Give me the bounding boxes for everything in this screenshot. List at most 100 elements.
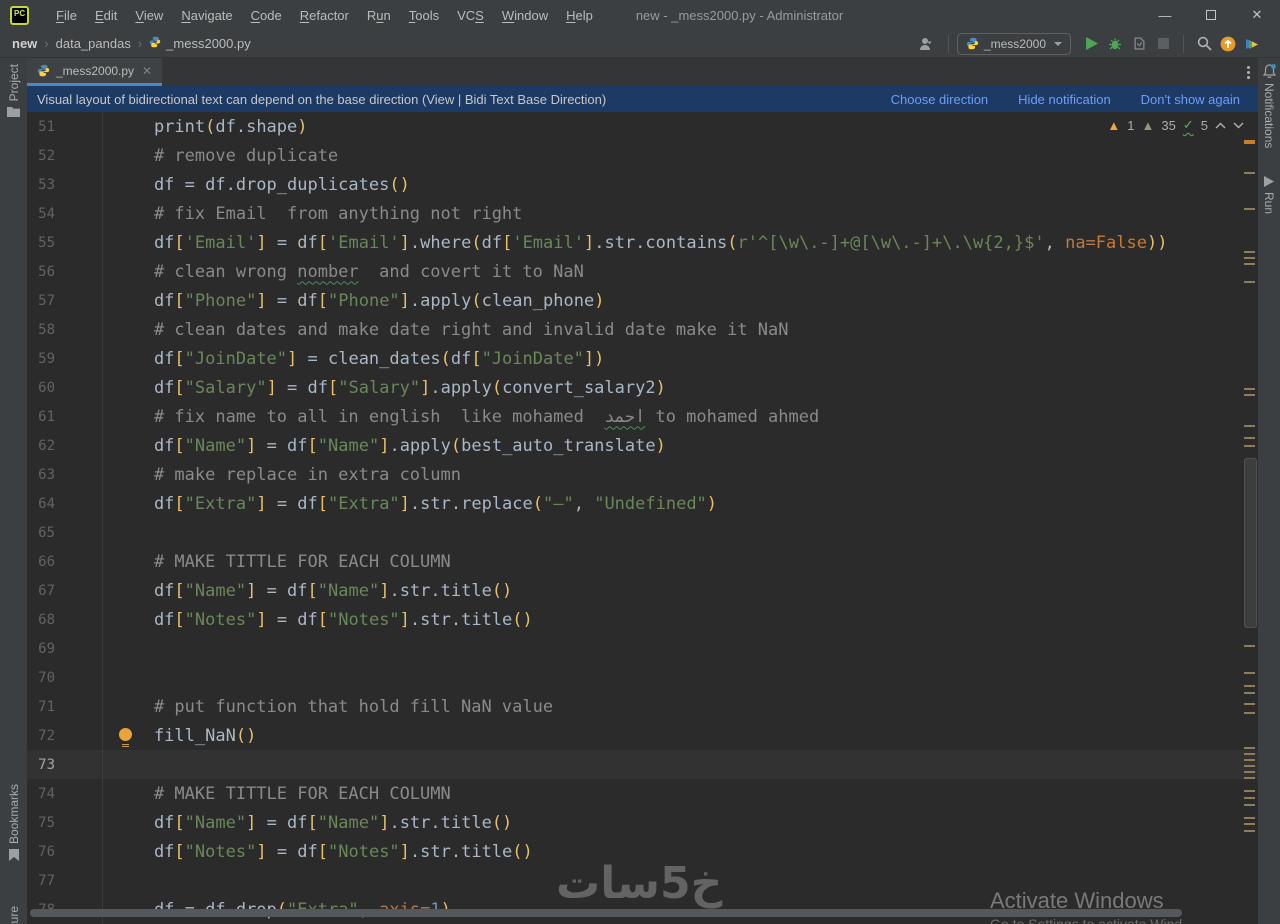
code-line-64[interactable]: 64 df["Extra"] = df["Extra"].str.replace…: [27, 489, 1258, 518]
code-line-72[interactable]: 72 fill_NaN(): [27, 721, 1258, 750]
breadcrumb-item[interactable]: new: [12, 36, 37, 51]
stripe-warning-mark[interactable]: [1244, 797, 1255, 799]
stripe-warning-mark[interactable]: [1244, 777, 1255, 779]
menu-vcs[interactable]: VCS: [448, 4, 493, 27]
stripe-warning-mark[interactable]: [1244, 703, 1255, 705]
menu-view[interactable]: View: [126, 4, 172, 27]
stripe-warning-mark[interactable]: [1244, 257, 1255, 259]
stripe-warning-mark[interactable]: [1244, 172, 1255, 174]
sidebar-item-structure[interactable]: Structure: [0, 906, 27, 924]
menu-run[interactable]: Run: [358, 4, 400, 27]
run-button[interactable]: [1079, 33, 1103, 55]
debug-button[interactable]: [1103, 33, 1127, 55]
menu-edit[interactable]: Edit: [86, 4, 126, 27]
code-line-70[interactable]: 70: [27, 663, 1258, 692]
stripe-warning-mark[interactable]: [1244, 437, 1255, 439]
code-editor[interactable]: ▲ 1 ▲ 35 ✓ 5 51 print(df.shape) 52 # remo…: [27, 112, 1258, 924]
stripe-warning-mark[interactable]: [1244, 712, 1255, 714]
stripe-warning-mark[interactable]: [1244, 251, 1255, 253]
menu-tools[interactable]: Tools: [400, 4, 448, 27]
search-everywhere-icon[interactable]: [1192, 33, 1216, 55]
sidebar-item-notifications[interactable]: Notifications: [1258, 64, 1280, 148]
maximize-button[interactable]: [1188, 1, 1234, 29]
stripe-warning-mark[interactable]: [1244, 771, 1255, 773]
code-line-53[interactable]: 53 df = df.drop_duplicates(): [27, 170, 1258, 199]
code-line-75[interactable]: 75 df["Name"] = df["Name"].str.title(): [27, 808, 1258, 837]
stripe-warning-mark[interactable]: [1244, 692, 1255, 694]
stripe-warning-mark[interactable]: [1244, 672, 1255, 674]
stripe-warning-mark[interactable]: [1244, 445, 1255, 447]
user-profile-icon[interactable]: [916, 33, 940, 55]
code-line-67[interactable]: 67 df["Name"] = df["Name"].str.title(): [27, 576, 1258, 605]
plugin-icon[interactable]: [1240, 33, 1264, 55]
menu-refactor[interactable]: Refactor: [291, 4, 358, 27]
stripe-warning-mark[interactable]: [1244, 208, 1255, 210]
code-line-56[interactable]: 56 # clean wrong nomber and covert it to…: [27, 257, 1258, 286]
code-line-71[interactable]: 71 # put function that hold fill NaN val…: [27, 692, 1258, 721]
menu-navigate[interactable]: Navigate: [172, 4, 241, 27]
tab-close-icon[interactable]: ✕: [142, 64, 152, 78]
code-line-52[interactable]: 52 # remove duplicate: [27, 141, 1258, 170]
stripe-warning-mark[interactable]: [1244, 830, 1255, 832]
code-line-62[interactable]: 62 df["Name"] = df["Name"].apply(best_au…: [27, 431, 1258, 460]
next-issue-chevron-icon[interactable]: [1233, 122, 1244, 129]
tab-options-kebab-icon[interactable]: [1247, 65, 1250, 79]
pycharm-logo-icon: PC: [10, 5, 29, 25]
menu-window[interactable]: Window: [493, 4, 557, 27]
stripe-warning-mark[interactable]: [1244, 747, 1255, 749]
breadcrumb-item[interactable]: data_pandas: [56, 36, 131, 51]
code-line-69[interactable]: 69: [27, 634, 1258, 663]
code-line-59[interactable]: 59 df["JoinDate"] = clean_dates(df["Join…: [27, 344, 1258, 373]
ide-update-icon[interactable]: [1216, 33, 1240, 55]
activate-windows-subtext: Go to Settings to activate Wind: [990, 916, 1183, 924]
stripe-warning-mark[interactable]: [1244, 425, 1255, 427]
stripe-warning-mark[interactable]: [1244, 817, 1255, 819]
stripe-warning-mark[interactable]: [1244, 790, 1255, 792]
menu-code[interactable]: Code: [242, 4, 291, 27]
stripe-warning-mark[interactable]: [1244, 281, 1255, 283]
sidebar-item-bookmarks[interactable]: Bookmarks: [0, 784, 27, 862]
stripe-warning-mark[interactable]: [1244, 804, 1255, 806]
code-line-68[interactable]: 68 df["Notes"] = df["Notes"].str.title(): [27, 605, 1258, 634]
prev-issue-chevron-icon[interactable]: [1215, 122, 1226, 129]
stripe-warning-mark[interactable]: [1244, 759, 1255, 761]
code-line-61[interactable]: 61 # fix name to all in english like moh…: [27, 402, 1258, 431]
stripe-warning-mark[interactable]: [1244, 394, 1255, 396]
breadcrumb-item[interactable]: _mess2000.py: [149, 36, 251, 51]
inspections-widget[interactable]: ▲ 1 ▲ 35 ✓ 5: [1107, 117, 1244, 133]
code-line-54[interactable]: 54 # fix Email from anything not right: [27, 199, 1258, 228]
sidebar-item-run[interactable]: Run: [1258, 176, 1280, 214]
tab-mess2000[interactable]: _mess2000.py ✕: [27, 58, 163, 86]
error-stripe[interactable]: [1242, 112, 1258, 924]
banner-link-choose-direction[interactable]: Choose direction: [891, 92, 989, 107]
run-configuration-select[interactable]: _mess2000: [956, 32, 1071, 55]
code-line-58[interactable]: 58 # clean dates and make date right and…: [27, 315, 1258, 344]
code-line-60[interactable]: 60 df["Salary"] = df["Salary"].apply(con…: [27, 373, 1258, 402]
code-line-55[interactable]: 55 df['Email'] = df['Email'].where(df['E…: [27, 228, 1258, 257]
code-line-65[interactable]: 65: [27, 518, 1258, 547]
banner-link-don-t-show-again[interactable]: Don't show again: [1141, 92, 1240, 107]
banner-link-hide-notification[interactable]: Hide notification: [1018, 92, 1111, 107]
intention-bulb-icon[interactable]: [119, 728, 132, 745]
stripe-warning-mark[interactable]: [1244, 685, 1255, 687]
stripe-warning-mark[interactable]: [1244, 645, 1255, 647]
minimize-button[interactable]: —: [1142, 1, 1188, 29]
stripe-warning-mark[interactable]: [1244, 140, 1255, 144]
stripe-warning-mark[interactable]: [1244, 753, 1255, 755]
code-line-66[interactable]: 66 # MAKE TITTLE FOR EACH COLUMN: [27, 547, 1258, 576]
run-with-coverage-button[interactable]: [1127, 33, 1151, 55]
stripe-warning-mark[interactable]: [1244, 263, 1255, 265]
code-line-74[interactable]: 74 # MAKE TITTLE FOR EACH COLUMN: [27, 779, 1258, 808]
code-text: df["Notes"] = df["Notes"].str.title(): [113, 609, 533, 630]
code-line-51[interactable]: 51 print(df.shape): [27, 112, 1258, 141]
stripe-warning-mark[interactable]: [1244, 765, 1255, 767]
code-line-57[interactable]: 57 df["Phone"] = df["Phone"].apply(clean…: [27, 286, 1258, 315]
menu-file[interactable]: File: [47, 4, 86, 27]
code-line-63[interactable]: 63 # make replace in extra column: [27, 460, 1258, 489]
close-button[interactable]: ✕: [1234, 1, 1280, 29]
sidebar-item-project[interactable]: Project: [0, 64, 27, 118]
stripe-warning-mark[interactable]: [1244, 388, 1255, 390]
stripe-warning-mark[interactable]: [1244, 823, 1255, 825]
menu-help[interactable]: Help: [557, 4, 602, 27]
code-line-73[interactable]: 73: [27, 750, 1258, 779]
